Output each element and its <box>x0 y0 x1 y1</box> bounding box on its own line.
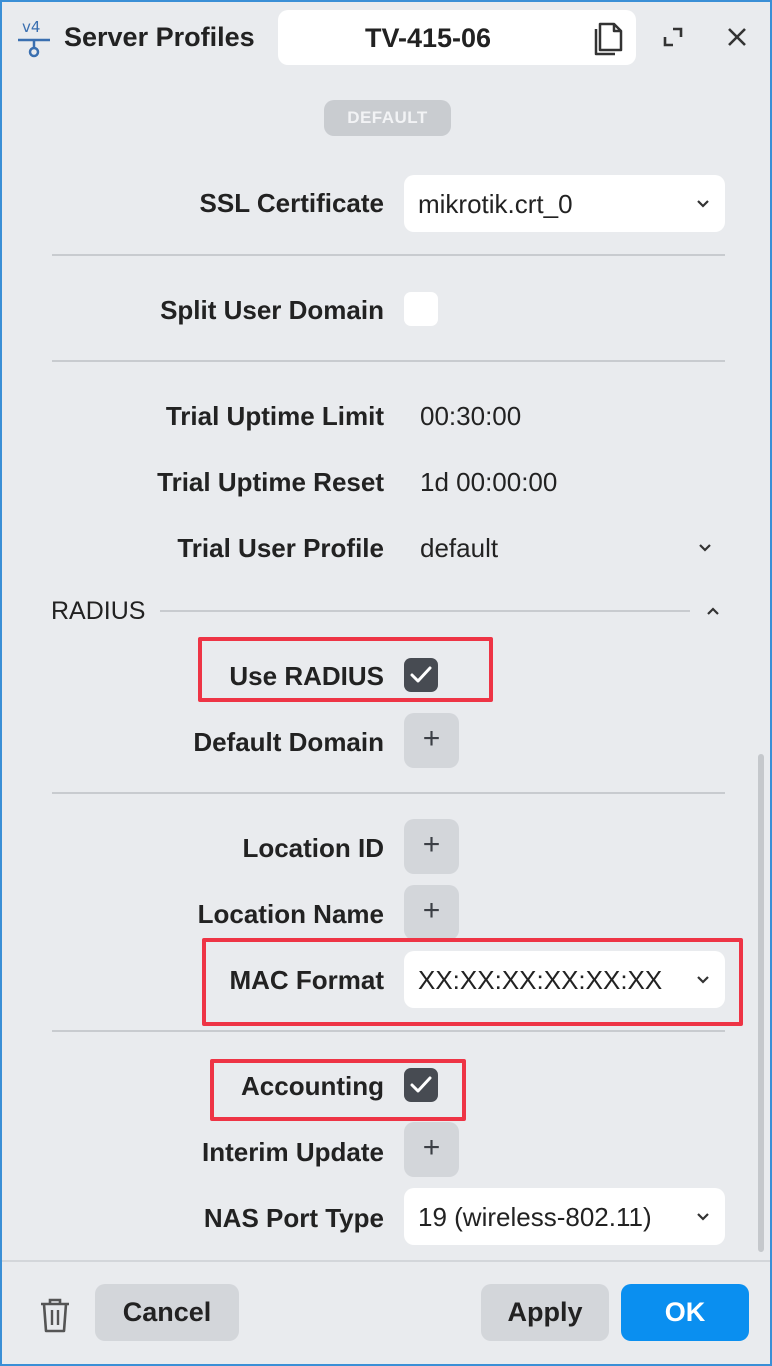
checkmark-icon <box>410 666 432 683</box>
default-badge: DEFAULT <box>324 100 451 136</box>
plus-icon: + <box>422 828 441 861</box>
radius-section-title: RADIUS <box>51 597 146 625</box>
chevron-down-icon[interactable] <box>697 540 713 556</box>
ssl-certificate-value: mikrotik.crt_0 <box>418 189 573 219</box>
split-user-domain-checkbox[interactable] <box>404 292 438 326</box>
location-name-add-button[interactable]: + <box>404 885 459 940</box>
plus-icon: + <box>422 894 441 927</box>
title-bar: v4 Server Profiles TV-415-06 <box>2 2 770 74</box>
trial-user-profile-value[interactable]: default <box>420 533 498 564</box>
divider <box>52 1030 725 1032</box>
mac-format-select[interactable]: XX:XX:XX:XX:XX:XX <box>404 951 725 1008</box>
profile-name-field[interactable]: TV-415-06 <box>278 10 636 65</box>
trial-uptime-limit-label: Trial Uptime Limit <box>165 401 384 431</box>
app-v4-icon: v4 <box>18 18 50 58</box>
location-id-add-button[interactable]: + <box>404 819 459 874</box>
window-title: Server Profiles <box>64 22 255 52</box>
server-profiles-window: v4 Server Profiles TV-415-06 DEFAULT SSL <box>0 0 772 1366</box>
section-divider <box>160 610 690 612</box>
divider <box>52 792 725 794</box>
mac-format-value: XX:XX:XX:XX:XX:XX <box>418 965 663 995</box>
trial-uptime-limit-value[interactable]: 00:30:00 <box>420 401 521 432</box>
accounting-checkbox[interactable] <box>404 1068 438 1102</box>
ssl-certificate-select[interactable]: mikrotik.crt_0 <box>404 175 725 232</box>
ssl-certificate-label: SSL Certificate <box>199 188 384 218</box>
location-name-label: Location Name <box>197 899 384 929</box>
use-radius-checkbox[interactable] <box>404 658 438 692</box>
interim-update-add-button[interactable]: + <box>404 1122 459 1177</box>
trash-icon[interactable] <box>38 1296 72 1334</box>
trial-uptime-reset-value[interactable]: 1d 00:00:00 <box>420 467 557 498</box>
chevron-up-icon[interactable] <box>705 603 721 619</box>
nas-port-type-select[interactable]: 19 (wireless-802.11) <box>404 1188 725 1245</box>
nas-port-type-value: 19 (wireless-802.11) <box>418 1202 652 1232</box>
maximize-icon[interactable] <box>658 22 688 52</box>
mac-format-label: MAC Format <box>229 965 384 995</box>
default-domain-label: Default Domain <box>193 727 384 757</box>
plus-icon: + <box>422 1131 441 1164</box>
divider <box>52 254 725 256</box>
split-user-domain-label: Split User Domain <box>160 295 384 325</box>
trial-user-profile-label: Trial User Profile <box>177 533 384 563</box>
chevron-down-icon <box>697 1213 709 1221</box>
ok-button[interactable]: OK <box>621 1284 749 1341</box>
accounting-label: Accounting <box>241 1071 384 1101</box>
copy-icon[interactable] <box>592 20 626 56</box>
plus-icon: + <box>422 722 441 755</box>
form-content: DEFAULT SSL Certificate mikrotik.crt_0 S… <box>2 74 770 1260</box>
svg-text:v4: v4 <box>22 18 40 36</box>
chevron-down-icon <box>697 200 709 208</box>
nas-port-type-label: NAS Port Type <box>203 1203 384 1233</box>
default-domain-add-button[interactable]: + <box>404 713 459 768</box>
scrollbar[interactable] <box>758 754 764 1252</box>
divider <box>52 360 725 362</box>
checkmark-icon <box>410 1076 432 1093</box>
profile-name-text: TV-415-06 <box>364 23 492 53</box>
interim-update-label: Interim Update <box>201 1137 384 1167</box>
use-radius-label: Use RADIUS <box>229 661 384 691</box>
apply-button[interactable]: Apply <box>481 1284 609 1341</box>
cancel-button[interactable]: Cancel <box>95 1284 239 1341</box>
location-id-label: Location ID <box>242 833 384 863</box>
trial-uptime-reset-label: Trial Uptime Reset <box>157 467 384 497</box>
footer-bar: Cancel Apply OK <box>2 1260 770 1364</box>
chevron-down-icon <box>697 976 709 984</box>
close-icon[interactable] <box>722 22 752 52</box>
